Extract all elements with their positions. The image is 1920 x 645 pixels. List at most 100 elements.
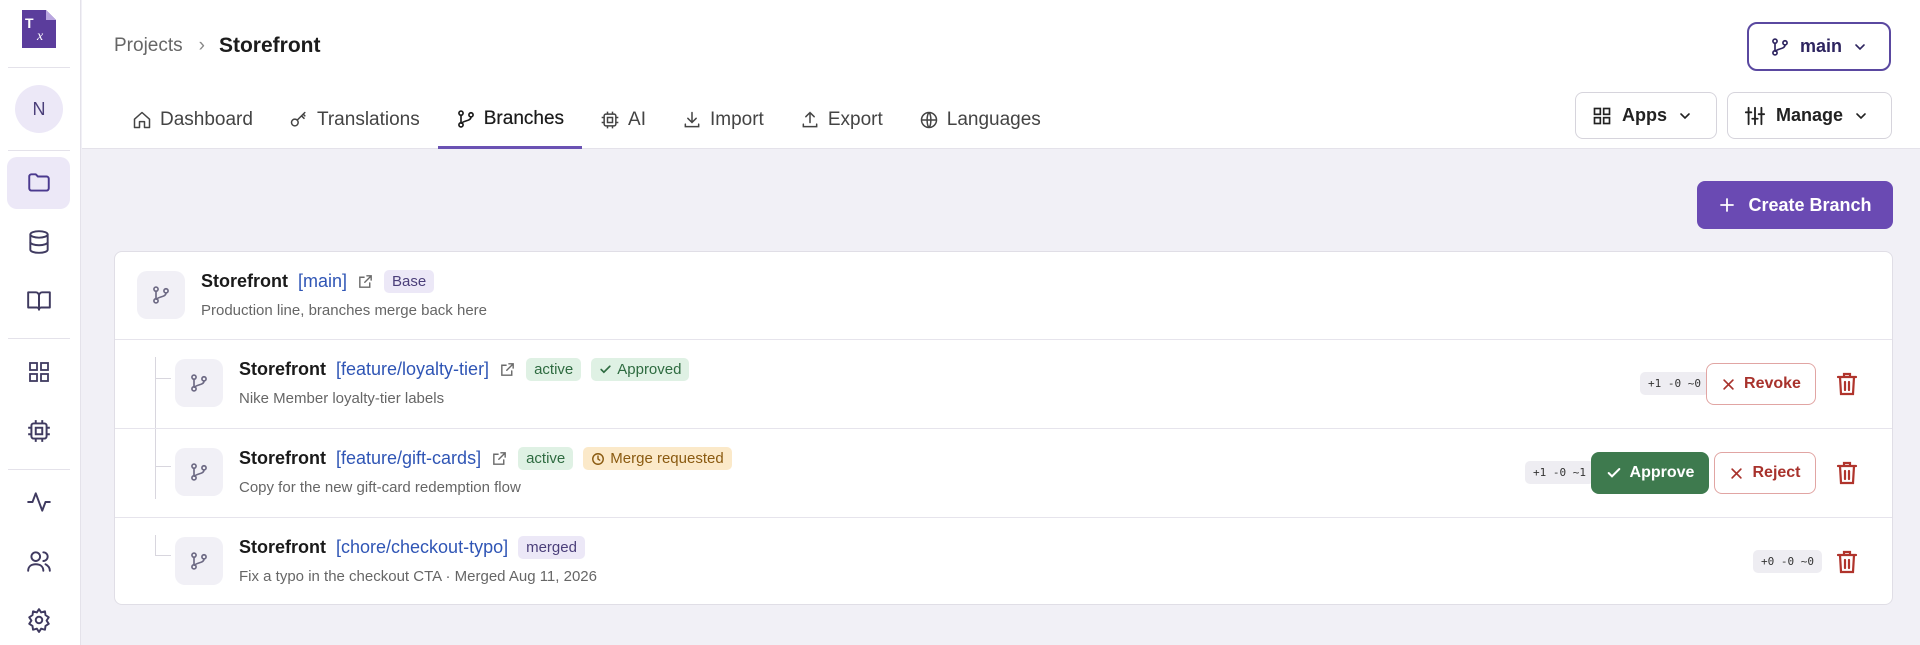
revoke-label: Revoke bbox=[1744, 375, 1801, 392]
create-branch-button[interactable]: Create Branch bbox=[1697, 181, 1893, 229]
tab-branches[interactable]: Branches bbox=[437, 92, 583, 149]
key-icon bbox=[290, 111, 306, 127]
apps-label: Apps bbox=[1622, 105, 1667, 125]
download-icon bbox=[684, 111, 700, 127]
manage-menu-button[interactable]: Manage bbox=[1727, 92, 1892, 139]
user-avatar[interactable]: N bbox=[15, 85, 63, 133]
status-badge: Base bbox=[384, 270, 435, 293]
branch-title: Storefront [main] Base bbox=[201, 270, 435, 293]
diff-stats: +1 -0 ~1 bbox=[1525, 461, 1594, 484]
upload-icon bbox=[802, 110, 818, 127]
branch-list: Storefront [main] Base Production line, … bbox=[114, 251, 1893, 605]
chip-icon bbox=[601, 111, 619, 128]
sidebar-divider bbox=[8, 338, 70, 339]
tab-dashboard[interactable]: Dashboard bbox=[114, 92, 271, 147]
clock-icon bbox=[592, 452, 605, 465]
tab-languages[interactable]: Languages bbox=[901, 92, 1059, 147]
sidebar-item-projects[interactable] bbox=[7, 157, 70, 209]
sidebar-item-ai[interactable] bbox=[7, 405, 70, 457]
trash-icon bbox=[1836, 550, 1858, 574]
home-icon bbox=[133, 111, 151, 128]
breadcrumb-separator: › bbox=[198, 35, 205, 56]
tab-label: AI bbox=[628, 108, 646, 130]
chevron-down-icon bbox=[1855, 43, 1865, 50]
tab-label: Import bbox=[709, 108, 764, 130]
tab-label: Translations bbox=[316, 108, 420, 130]
sidebar-item-glossary[interactable] bbox=[7, 275, 70, 327]
project-name: Storefront bbox=[239, 448, 326, 468]
branch-description: Production line, branches merge back her… bbox=[201, 302, 487, 319]
approved-label: Approved bbox=[617, 361, 682, 378]
sidebar: T x N bbox=[0, 0, 81, 645]
branch-selector-button[interactable]: main bbox=[1747, 22, 1891, 71]
delete-branch-button[interactable] bbox=[1835, 549, 1859, 575]
approve-button[interactable]: Approve bbox=[1591, 452, 1709, 494]
tab-label: Languages bbox=[946, 108, 1041, 130]
folder-icon bbox=[27, 173, 50, 192]
tab-label: Export bbox=[827, 108, 883, 130]
create-branch-label: Create Branch bbox=[1748, 194, 1872, 215]
activity-icon bbox=[26, 492, 51, 512]
delete-branch-button[interactable] bbox=[1835, 371, 1859, 397]
top-header: Projects › Storefront main Dashboard Tra… bbox=[82, 0, 1920, 149]
project-name: Storefront bbox=[239, 537, 326, 557]
approved-badge: Approved bbox=[591, 358, 690, 381]
branch-row-loyalty-tier[interactable]: Storefront [feature/loyalty-tier] active… bbox=[115, 340, 1892, 429]
sidebar-item-members[interactable] bbox=[7, 535, 70, 587]
branch-row-checkout-typo[interactable]: Storefront [chore/checkout-typo] merged … bbox=[115, 518, 1892, 604]
breadcrumb: Projects › Storefront bbox=[114, 34, 320, 58]
sidebar-item-settings[interactable] bbox=[7, 594, 70, 645]
tab-label: Branches bbox=[483, 108, 565, 129]
plus-icon bbox=[1720, 198, 1735, 212]
tab-ai[interactable]: AI bbox=[582, 92, 664, 147]
sidebar-item-activity[interactable] bbox=[7, 476, 70, 528]
merge-requested-badge: Merge requested bbox=[583, 447, 732, 470]
delete-branch-button[interactable] bbox=[1835, 460, 1859, 486]
branch-name-link[interactable]: [main] bbox=[298, 271, 347, 292]
sidebar-divider bbox=[8, 67, 70, 68]
branch-name-link[interactable]: [feature/gift-cards] bbox=[336, 448, 481, 469]
status-badge: active bbox=[518, 447, 574, 470]
branch-selector-label: main bbox=[1799, 36, 1842, 56]
external-link-icon bbox=[493, 452, 506, 465]
gear-icon bbox=[27, 608, 50, 633]
app-logo-icon[interactable]: T x bbox=[20, 8, 58, 50]
status-badge: merged bbox=[518, 536, 585, 559]
branch-row-main[interactable]: Storefront [main] Base Production line, … bbox=[115, 252, 1892, 340]
grid-icon bbox=[28, 362, 49, 382]
project-name: Storefront bbox=[239, 359, 326, 379]
reject-button[interactable]: Reject bbox=[1714, 452, 1816, 494]
branch-icon bbox=[175, 359, 223, 407]
branch-description: Fix a typo in the checkout CTA · Merged … bbox=[239, 568, 597, 585]
branch-icon bbox=[137, 271, 185, 319]
branch-row-gift-cards[interactable]: Storefront [feature/gift-cards] active M… bbox=[115, 429, 1892, 518]
breadcrumb-projects[interactable]: Projects bbox=[114, 35, 183, 57]
svg-text:T: T bbox=[25, 15, 34, 31]
external-link-icon bbox=[359, 275, 372, 288]
globe-icon bbox=[920, 111, 938, 128]
branch-icon bbox=[175, 448, 223, 496]
branch-title: Storefront [feature/loyalty-tier] active… bbox=[239, 358, 690, 381]
tab-import[interactable]: Import bbox=[664, 92, 782, 147]
branch-name-link[interactable]: [chore/checkout-typo] bbox=[336, 537, 508, 558]
tab-translations[interactable]: Translations bbox=[271, 92, 438, 147]
close-icon bbox=[1731, 467, 1743, 479]
page-title: Storefront bbox=[218, 34, 321, 57]
apps-menu-button[interactable]: Apps bbox=[1575, 92, 1717, 139]
trash-icon bbox=[1836, 461, 1858, 485]
sidebar-item-database[interactable] bbox=[7, 216, 70, 268]
reject-label: Reject bbox=[1752, 464, 1801, 481]
svg-text:x: x bbox=[36, 29, 44, 44]
check-icon bbox=[600, 365, 611, 374]
sidebar-item-apps[interactable] bbox=[7, 346, 70, 398]
chevron-down-icon bbox=[1856, 112, 1866, 119]
branch-name-link[interactable]: [feature/loyalty-tier] bbox=[336, 359, 489, 380]
branch-title: Storefront [feature/gift-cards] active M… bbox=[239, 447, 732, 470]
tab-export[interactable]: Export bbox=[782, 92, 901, 147]
project-name: Storefront bbox=[201, 271, 288, 291]
status-badge: active bbox=[526, 358, 582, 381]
project-tabs: Dashboard Translations Branches AI Impor… bbox=[114, 92, 1059, 149]
branch-description: Nike Member loyalty-tier labels bbox=[239, 390, 445, 407]
revoke-button[interactable]: Revoke bbox=[1706, 363, 1816, 405]
branch-icon bbox=[175, 537, 223, 585]
